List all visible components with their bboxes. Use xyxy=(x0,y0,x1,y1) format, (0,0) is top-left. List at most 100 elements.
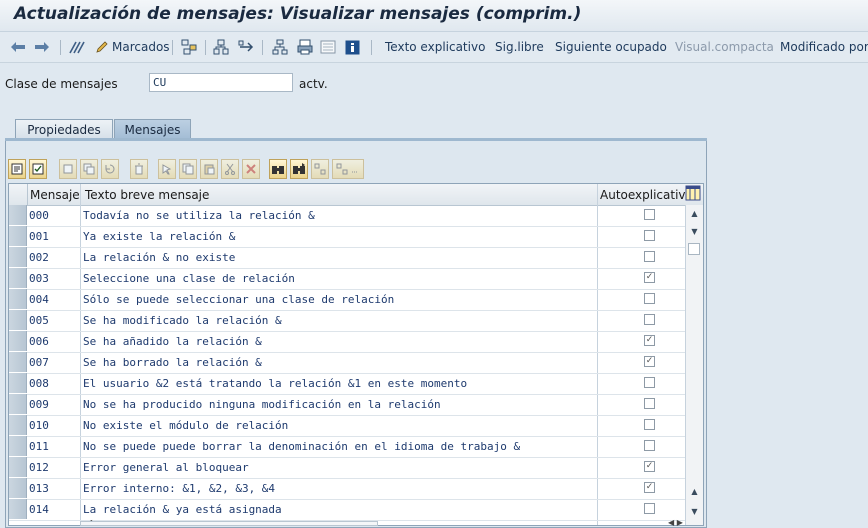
checkbox-unchecked[interactable] xyxy=(644,209,655,220)
column-header-texto[interactable]: Texto breve mensaje xyxy=(85,188,209,202)
collapse-icon[interactable] xyxy=(332,159,364,179)
row-selector[interactable] xyxy=(9,268,27,288)
scroll-down-icon[interactable]: ▼ xyxy=(688,225,701,238)
cell-mensaje[interactable]: 002 xyxy=(29,251,49,264)
checkbox-unchecked[interactable] xyxy=(644,293,655,304)
table-row[interactable]: 002 La relación & no existe xyxy=(9,247,685,269)
table-row[interactable]: 007 Se ha borrado la relación & ✓ xyxy=(9,352,685,374)
cell-texto[interactable]: El usuario &2 está tratando la relación … xyxy=(83,377,467,390)
copy-row-icon[interactable] xyxy=(80,159,98,179)
cell-texto[interactable]: No existe el módulo de relación xyxy=(83,419,288,432)
navigate-icon[interactable] xyxy=(237,38,255,56)
table-row[interactable]: 008 El usuario &2 está tratando la relaci… xyxy=(9,373,685,395)
scroll-page-down-icon[interactable]: ▼ xyxy=(688,505,701,518)
row-selector[interactable] xyxy=(9,352,27,372)
scroll-page-up-icon[interactable]: ▲ xyxy=(688,485,701,498)
table-row[interactable]: 004 Sólo se puede seleccionar una clase d… xyxy=(9,289,685,311)
cell-texto[interactable]: No se puede puede borrar la denominación… xyxy=(83,440,520,453)
display-icon[interactable] xyxy=(319,38,337,56)
forward-icon[interactable] xyxy=(33,38,51,56)
table-row[interactable]: 009 No se ha producido ninguna modificaci… xyxy=(9,394,685,416)
cell-mensaje[interactable]: 007 xyxy=(29,356,49,369)
horizontal-scrollbar[interactable] xyxy=(80,521,378,526)
cell-mensaje[interactable]: 012 xyxy=(29,461,49,474)
checkbox-unchecked[interactable] xyxy=(644,230,655,241)
table-row[interactable]: 003 Seleccione una clase de relación ✓ xyxy=(9,268,685,290)
checkbox-checked[interactable]: ✓ xyxy=(644,482,655,493)
checkbox-unchecked[interactable] xyxy=(644,314,655,325)
modificado-por-button[interactable]: Modificado por xyxy=(780,32,868,62)
cell-mensaje[interactable]: 009 xyxy=(29,398,49,411)
details-icon[interactable] xyxy=(8,159,26,179)
cell-mensaje[interactable]: 001 xyxy=(29,230,49,243)
vertical-scrollbar[interactable]: ▲ ▼ ▲ ▼ xyxy=(685,205,703,525)
cell-texto[interactable]: La relación & no existe xyxy=(83,251,235,264)
row-selector[interactable] xyxy=(9,247,27,267)
checkbox-checked[interactable]: ✓ xyxy=(644,335,655,346)
checkbox-checked[interactable]: ✓ xyxy=(644,356,655,367)
tree-icon[interactable] xyxy=(271,38,289,56)
table-row[interactable]: 005 Se ha modificado la relación & xyxy=(9,310,685,332)
table-row[interactable]: 014 La relación & ya está asignada xyxy=(9,499,685,521)
delete-icon[interactable] xyxy=(130,159,148,179)
visual-compacta-button[interactable]: Visual.compacta xyxy=(675,32,774,62)
insert-row-icon[interactable] xyxy=(59,159,77,179)
checkbox-unchecked[interactable] xyxy=(644,377,655,388)
cell-mensaje[interactable]: 004 xyxy=(29,293,49,306)
hierarchy-icon[interactable] xyxy=(180,38,198,56)
checkbox-unchecked[interactable] xyxy=(644,503,655,514)
row-selector[interactable] xyxy=(9,478,27,498)
cancel-icon[interactable] xyxy=(242,159,260,179)
column-header-auto[interactable]: Autoexplicativo xyxy=(600,188,693,202)
table-row[interactable]: 001 Ya existe la relación & xyxy=(9,226,685,248)
select-block-icon[interactable] xyxy=(158,159,176,179)
select-all-icon[interactable] xyxy=(29,159,47,179)
row-selector[interactable] xyxy=(9,415,27,435)
checkbox-checked[interactable]: ✓ xyxy=(644,461,655,472)
expand-icon[interactable] xyxy=(311,159,329,179)
checkbox-unchecked[interactable] xyxy=(644,419,655,430)
sig-libre-button[interactable]: Sig.libre xyxy=(495,32,544,62)
cell-mensaje[interactable]: 014 xyxy=(29,503,49,516)
column-header-mensaje[interactable]: Mensaje xyxy=(30,188,80,202)
back-icon[interactable] xyxy=(9,38,27,56)
cell-texto[interactable]: Ya existe la relación & xyxy=(83,230,235,243)
tab-mensajes[interactable]: Mensajes xyxy=(114,119,191,139)
table-row[interactable]: 011 No se puede puede borrar la denominac… xyxy=(9,436,685,458)
find-next-icon[interactable] xyxy=(290,159,308,179)
undo-icon[interactable] xyxy=(101,159,119,179)
row-selector[interactable] xyxy=(9,205,27,225)
row-selector[interactable] xyxy=(9,436,27,456)
cell-texto[interactable]: Sólo se puede seleccionar una clase de r… xyxy=(83,293,394,306)
table-row[interactable]: 010 No existe el módulo de relación xyxy=(9,415,685,437)
row-selector[interactable] xyxy=(9,331,27,351)
table-row[interactable]: 006 Se ha añadido la relación & ✓ xyxy=(9,331,685,353)
edit-pencil-icon[interactable] xyxy=(93,38,111,56)
cut-icon[interactable] xyxy=(221,159,239,179)
table-row[interactable]: 013 Error interno: &1, &2, &3, &4 ✓ xyxy=(9,478,685,500)
texto-explicativo-button[interactable]: Texto explicativo xyxy=(385,32,485,62)
row-selector[interactable] xyxy=(9,373,27,393)
row-selector[interactable] xyxy=(9,499,27,519)
row-selector[interactable] xyxy=(9,226,27,246)
checkbox-checked[interactable]: ✓ xyxy=(644,272,655,283)
cell-texto[interactable]: La relación & ya está asignada xyxy=(83,503,282,516)
checkbox-unchecked[interactable] xyxy=(644,440,655,451)
other-object-icon[interactable] xyxy=(68,38,86,56)
cell-texto[interactable]: Error interno: &1, &2, &3, &4 xyxy=(83,482,275,495)
row-selector[interactable] xyxy=(9,457,27,477)
find-icon[interactable] xyxy=(269,159,287,179)
cell-texto[interactable]: Se ha modificado la relación & xyxy=(83,314,282,327)
select-all-cell[interactable] xyxy=(9,184,28,205)
print-icon[interactable] xyxy=(296,38,314,56)
cell-texto[interactable]: Seleccione una clase de relación xyxy=(83,272,295,285)
cell-texto[interactable]: Todavía no se utiliza la relación & xyxy=(83,209,315,222)
checkbox-unchecked[interactable] xyxy=(644,251,655,262)
row-selector[interactable] xyxy=(9,394,27,414)
column-layout-icon[interactable] xyxy=(685,185,701,204)
copy-icon[interactable] xyxy=(179,159,197,179)
cell-texto[interactable]: No se ha producido ninguna modificación … xyxy=(83,398,441,411)
cell-texto[interactable]: Se ha añadido la relación & xyxy=(83,335,262,348)
tab-propiedades[interactable]: Propiedades xyxy=(15,119,113,139)
cell-mensaje[interactable]: 008 xyxy=(29,377,49,390)
